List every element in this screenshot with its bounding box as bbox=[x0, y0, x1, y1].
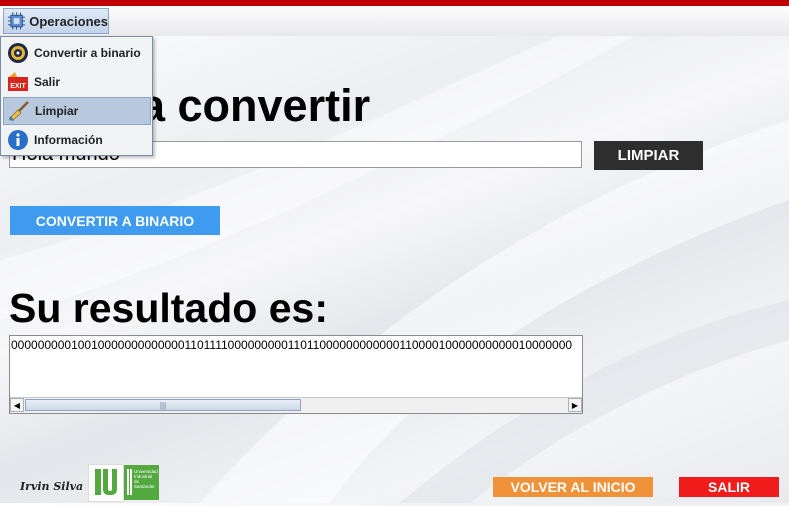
limpiar-button[interactable]: LIMPIAR bbox=[594, 141, 703, 170]
result-textarea[interactable]: 0000000001001000000000000011011110000000… bbox=[9, 335, 583, 414]
salir-button[interactable]: SALIR bbox=[679, 477, 779, 497]
binary-disc-icon bbox=[6, 41, 30, 65]
exit-sign-text: EXIT bbox=[10, 83, 26, 90]
menu-item-label: Salir bbox=[34, 75, 61, 89]
scrollbar-thumb[interactable]: ||| bbox=[25, 399, 301, 411]
menu-item-label: Información bbox=[34, 133, 103, 147]
menu-item-convertir[interactable]: Convertir a binario bbox=[3, 39, 151, 67]
result-text: 0000000001001000000000000011011110000000… bbox=[11, 338, 573, 352]
scroll-right-arrow-icon[interactable]: ▶ bbox=[568, 398, 582, 412]
menu-item-informacion[interactable]: Información bbox=[3, 126, 151, 154]
menu-bar: Operaciones bbox=[0, 6, 789, 36]
input-title: a convertir bbox=[140, 80, 371, 131]
volver-al-inicio-button[interactable]: VOLVER AL INICIO bbox=[493, 477, 653, 497]
operaciones-dropdown: Convertir a binario EXIT Salir Limpiar I… bbox=[0, 36, 153, 156]
exit-sign-icon: EXIT bbox=[6, 70, 30, 94]
uis-logo: Universidad Industrial de Santander bbox=[124, 465, 159, 500]
chip-icon bbox=[8, 12, 26, 30]
operaciones-menu[interactable]: Operaciones bbox=[3, 8, 109, 34]
operaciones-menu-label: Operaciones bbox=[29, 13, 108, 29]
scroll-left-arrow-icon[interactable]: ◀ bbox=[10, 398, 24, 412]
horizontal-scrollbar[interactable]: ◀ ||| ▶ bbox=[10, 397, 582, 413]
menu-item-label: Convertir a binario bbox=[34, 46, 141, 60]
uis-logo-text: Universidad Industrial de Santander bbox=[134, 469, 158, 489]
result-title: Su resultado es: bbox=[9, 285, 328, 331]
uis-monogram-logo bbox=[88, 464, 124, 502]
menu-item-salir[interactable]: EXIT Salir bbox=[3, 68, 151, 96]
menu-item-limpiar[interactable]: Limpiar bbox=[3, 97, 151, 125]
broom-icon bbox=[7, 99, 31, 123]
info-icon bbox=[6, 128, 30, 152]
author-signature: Irvin Silva bbox=[20, 480, 84, 493]
convertir-a-binario-button[interactable]: CONVERTIR A BINARIO bbox=[10, 206, 220, 235]
menu-item-label: Limpiar bbox=[35, 104, 79, 118]
